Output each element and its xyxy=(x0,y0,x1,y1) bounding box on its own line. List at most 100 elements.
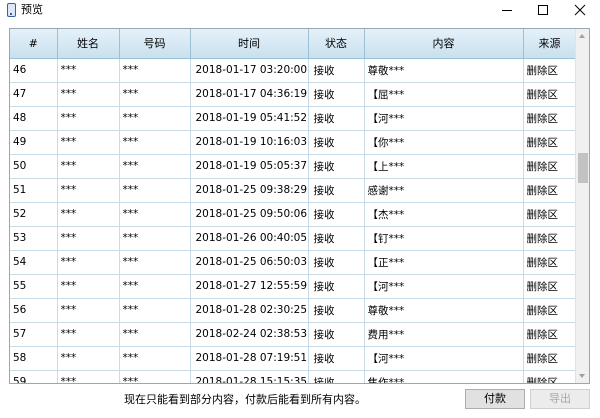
cell-time: 2018-01-25 09:50:06 xyxy=(190,202,309,227)
cell-status: 接收 xyxy=(308,82,365,107)
cell-time: 2018-01-25 06:50:03 xyxy=(190,250,309,275)
table-row[interactable]: 51 *** *** 2018-01-25 09:38:29 接收 感谢*** 删除区 xyxy=(10,178,577,203)
cell-status: 接收 xyxy=(308,106,365,131)
cell-status: 接收 xyxy=(308,58,365,83)
cell-name: *** xyxy=(57,346,120,371)
table-row[interactable]: 57 *** *** 2018-02-24 02:38:53 接收 费用*** 删除区 xyxy=(10,322,577,347)
table-row[interactable]: 53 *** *** 2018-01-26 00:40:05 接收 【钉*** 删除区 xyxy=(10,226,577,251)
cell-status: 接收 xyxy=(308,202,365,227)
cell-number: 55 xyxy=(10,274,58,299)
cell-number: 52 xyxy=(10,202,58,227)
cell-status: 接收 xyxy=(308,274,365,299)
cell-content: 尊敬*** xyxy=(364,58,524,83)
payment-notice: 现在只能看到部分内容，付款后能看到所有内容。 xyxy=(124,393,366,406)
cell-source: 删除区 xyxy=(523,298,577,323)
table-row[interactable]: 59 *** *** 2018-01-28 15:15:35 接收 焦作*** 删除区 xyxy=(10,370,577,383)
cell-time: 2018-01-28 07:19:51 xyxy=(190,346,309,371)
vertical-scrollbar[interactable] xyxy=(575,29,589,383)
cell-time: 2018-01-28 02:30:25 xyxy=(190,298,309,323)
cell-time: 2018-02-24 02:38:53 xyxy=(190,322,309,347)
cell-time: 2018-01-28 15:15:35 xyxy=(190,370,309,383)
cell-phone: *** xyxy=(119,250,191,275)
column-header-content[interactable]: 内容 xyxy=(364,29,524,59)
cell-name: *** xyxy=(57,130,120,155)
table-row[interactable]: 47 *** *** 2018-01-17 04:36:19 接收 【屈*** 删除区 xyxy=(10,82,577,107)
cell-number: 47 xyxy=(10,82,58,107)
maximize-button[interactable] xyxy=(526,0,560,20)
column-header-status[interactable]: 状态 xyxy=(308,29,365,59)
cell-number: 50 xyxy=(10,154,58,179)
table-row[interactable]: 56 *** *** 2018-01-28 02:30:25 接收 尊敬*** 删除区 xyxy=(10,298,577,323)
table-row[interactable]: 52 *** *** 2018-01-25 09:50:06 接收 【杰*** 删除区 xyxy=(10,202,577,227)
cell-phone: *** xyxy=(119,58,191,83)
cell-time: 2018-01-17 03:20:00 xyxy=(190,58,309,83)
cell-source: 删除区 xyxy=(523,82,577,107)
table-row[interactable]: 46 *** *** 2018-01-17 03:20:00 接收 尊敬*** 删除区 xyxy=(10,58,577,83)
scrollbar-thumb[interactable] xyxy=(578,153,588,183)
column-header-name[interactable]: 姓名 xyxy=(57,29,120,59)
cell-phone: *** xyxy=(119,154,191,179)
cell-source: 删除区 xyxy=(523,178,577,203)
cell-source: 删除区 xyxy=(523,274,577,299)
scroll-up-arrow-icon[interactable] xyxy=(576,29,589,43)
cell-content: 【屈*** xyxy=(364,82,524,107)
message-table: # 姓名 号码 时间 状态 内容 来源 46 *** *** 2018-01-17 0… xyxy=(9,28,590,384)
cell-phone: *** xyxy=(119,202,191,227)
cell-phone: *** xyxy=(119,274,191,299)
cell-name: *** xyxy=(57,322,120,347)
cell-status: 接收 xyxy=(308,322,365,347)
table-row[interactable]: 54 *** *** 2018-01-25 06:50:03 接收 【正*** 删除区 xyxy=(10,250,577,275)
cell-content: 【河*** xyxy=(364,274,524,299)
cell-content: 【河*** xyxy=(364,346,524,371)
cell-time: 2018-01-19 10:16:03 xyxy=(190,130,309,155)
cell-content: 尊敬*** xyxy=(364,298,524,323)
close-button[interactable] xyxy=(563,0,597,20)
cell-status: 接收 xyxy=(308,226,365,251)
table-row[interactable]: 55 *** *** 2018-01-27 12:55:59 接收 【河*** 删除区 xyxy=(10,274,577,299)
column-header-number[interactable]: # xyxy=(10,29,58,59)
cell-source: 删除区 xyxy=(523,154,577,179)
cell-content: 感谢*** xyxy=(364,178,524,203)
cell-source: 删除区 xyxy=(523,250,577,275)
cell-time: 2018-01-27 12:55:59 xyxy=(190,274,309,299)
export-button[interactable]: 导出 xyxy=(530,389,590,409)
cell-number: 51 xyxy=(10,178,58,203)
cell-content: 【上*** xyxy=(364,154,524,179)
cell-name: *** xyxy=(57,250,120,275)
cell-source: 删除区 xyxy=(523,202,577,227)
table-row[interactable]: 48 *** *** 2018-01-19 05:41:52 接收 【河*** 删除区 xyxy=(10,106,577,131)
cell-source: 删除区 xyxy=(523,346,577,371)
cell-number: 57 xyxy=(10,322,58,347)
cell-number: 53 xyxy=(10,226,58,251)
table-row[interactable]: 49 *** *** 2018-01-19 10:16:03 接收 【你*** 删除区 xyxy=(10,130,577,155)
cell-phone: *** xyxy=(119,82,191,107)
cell-content: 费用*** xyxy=(364,322,524,347)
cell-number: 54 xyxy=(10,250,58,275)
pay-button[interactable]: 付款 xyxy=(465,389,525,409)
cell-phone: *** xyxy=(119,370,191,383)
phone-icon xyxy=(7,3,16,17)
cell-phone: *** xyxy=(119,130,191,155)
table-row[interactable]: 58 *** *** 2018-01-28 07:19:51 接收 【河*** 删除区 xyxy=(10,346,577,371)
cell-number: 46 xyxy=(10,58,58,83)
column-header-source[interactable]: 来源 xyxy=(523,29,577,59)
cell-name: *** xyxy=(57,370,120,383)
table-row[interactable]: 50 *** *** 2018-01-19 05:05:37 接收 【上*** 删除区 xyxy=(10,154,577,179)
cell-phone: *** xyxy=(119,226,191,251)
column-header-time[interactable]: 时间 xyxy=(190,29,309,59)
cell-status: 接收 xyxy=(308,346,365,371)
cell-name: *** xyxy=(57,298,120,323)
cell-time: 2018-01-26 00:40:05 xyxy=(190,226,309,251)
cell-number: 59 xyxy=(10,370,58,383)
scroll-down-arrow-icon[interactable] xyxy=(576,369,589,383)
cell-number: 49 xyxy=(10,130,58,155)
cell-status: 接收 xyxy=(308,178,365,203)
cell-name: *** xyxy=(57,154,120,179)
column-header-phone[interactable]: 号码 xyxy=(119,29,191,59)
cell-source: 删除区 xyxy=(523,226,577,251)
cell-source: 删除区 xyxy=(523,58,577,83)
minimize-button[interactable] xyxy=(490,0,524,20)
maximize-icon xyxy=(538,5,548,15)
cell-content: 【河*** xyxy=(364,106,524,131)
cell-content: 【钉*** xyxy=(364,226,524,251)
